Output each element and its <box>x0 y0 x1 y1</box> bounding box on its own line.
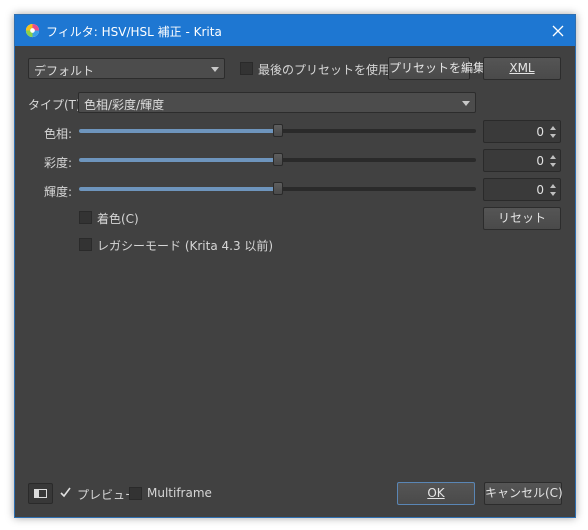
saturation-slider-fill <box>79 158 278 162</box>
krita-app-icon <box>25 23 40 38</box>
luminance-slider-handle[interactable] <box>272 182 283 195</box>
hue-spinbox[interactable]: 0 <box>483 120 561 143</box>
xml-button[interactable]: XML <box>483 57 561 80</box>
split-view-icon <box>34 489 47 498</box>
legacy-mode-label: レガシーモード (Krita 4.3 以前) <box>97 239 274 253</box>
spin-down-icon[interactable] <box>550 134 556 138</box>
filter-dialog: フィルタ: HSV/HSL 補正 - Krita デフォルト 最後のプリセットを… <box>14 14 576 518</box>
saturation-slider[interactable] <box>79 153 476 166</box>
window-title: フィルタ: HSV/HSL 補正 - Krita <box>46 25 222 39</box>
saturation-spinbox[interactable]: 0 <box>483 149 561 172</box>
luminance-slider-fill <box>79 187 278 191</box>
hue-slider-handle[interactable] <box>272 124 283 137</box>
hue-value: 0 <box>536 125 544 139</box>
luminance-spinbox[interactable]: 0 <box>483 178 561 201</box>
spin-up-icon[interactable] <box>550 184 556 188</box>
saturation-value: 0 <box>536 154 544 168</box>
use-last-preset-label: 最後のプリセットを使用 <box>258 63 391 77</box>
preset-value: デフォルト <box>34 64 95 78</box>
luminance-label: 輝度: <box>44 185 73 199</box>
saturation-slider-handle[interactable] <box>272 153 283 166</box>
preview-label: プレビュー <box>77 488 138 502</box>
close-button[interactable] <box>541 15 575 46</box>
preset-combobox[interactable]: デフォルト <box>28 58 225 79</box>
edit-preset-button[interactable]: プリセットを編集 <box>388 57 485 80</box>
type-value: 色相/彩度/輝度 <box>84 98 165 112</box>
hue-slider-fill <box>79 129 278 133</box>
multiframe-label: Multiframe <box>147 486 212 500</box>
hue-label: 色相: <box>44 127 73 141</box>
spin-down-icon[interactable] <box>550 192 556 196</box>
preview-layout-toggle-button[interactable] <box>28 483 53 504</box>
close-icon <box>552 25 564 36</box>
ok-button-label: OK <box>427 486 445 500</box>
chevron-down-icon <box>462 101 470 106</box>
hue-slider[interactable] <box>79 124 476 137</box>
type-combobox[interactable]: 色相/彩度/輝度 <box>78 92 476 113</box>
type-label: タイプ(T): <box>28 98 85 112</box>
luminance-slider[interactable] <box>79 182 476 195</box>
chevron-down-icon <box>211 67 219 72</box>
checkmark-icon[interactable] <box>60 487 71 498</box>
multiframe-checkbox[interactable] <box>129 487 142 500</box>
reset-button[interactable]: リセット <box>483 207 561 230</box>
use-last-preset-checkbox[interactable] <box>240 62 253 75</box>
saturation-label: 彩度: <box>44 156 73 170</box>
luminance-value: 0 <box>536 183 544 197</box>
spin-up-icon[interactable] <box>550 155 556 159</box>
title-bar[interactable]: フィルタ: HSV/HSL 補正 - Krita <box>15 15 575 46</box>
colorize-label: 着色(C) <box>97 212 139 226</box>
spin-down-icon[interactable] <box>550 163 556 167</box>
ok-button[interactable]: OK <box>397 482 475 505</box>
xml-button-label: XML <box>509 61 535 75</box>
spin-up-icon[interactable] <box>550 126 556 130</box>
colorize-checkbox[interactable] <box>79 211 92 224</box>
cancel-button[interactable]: キャンセル(C) <box>484 482 563 505</box>
legacy-mode-checkbox[interactable] <box>79 238 92 251</box>
